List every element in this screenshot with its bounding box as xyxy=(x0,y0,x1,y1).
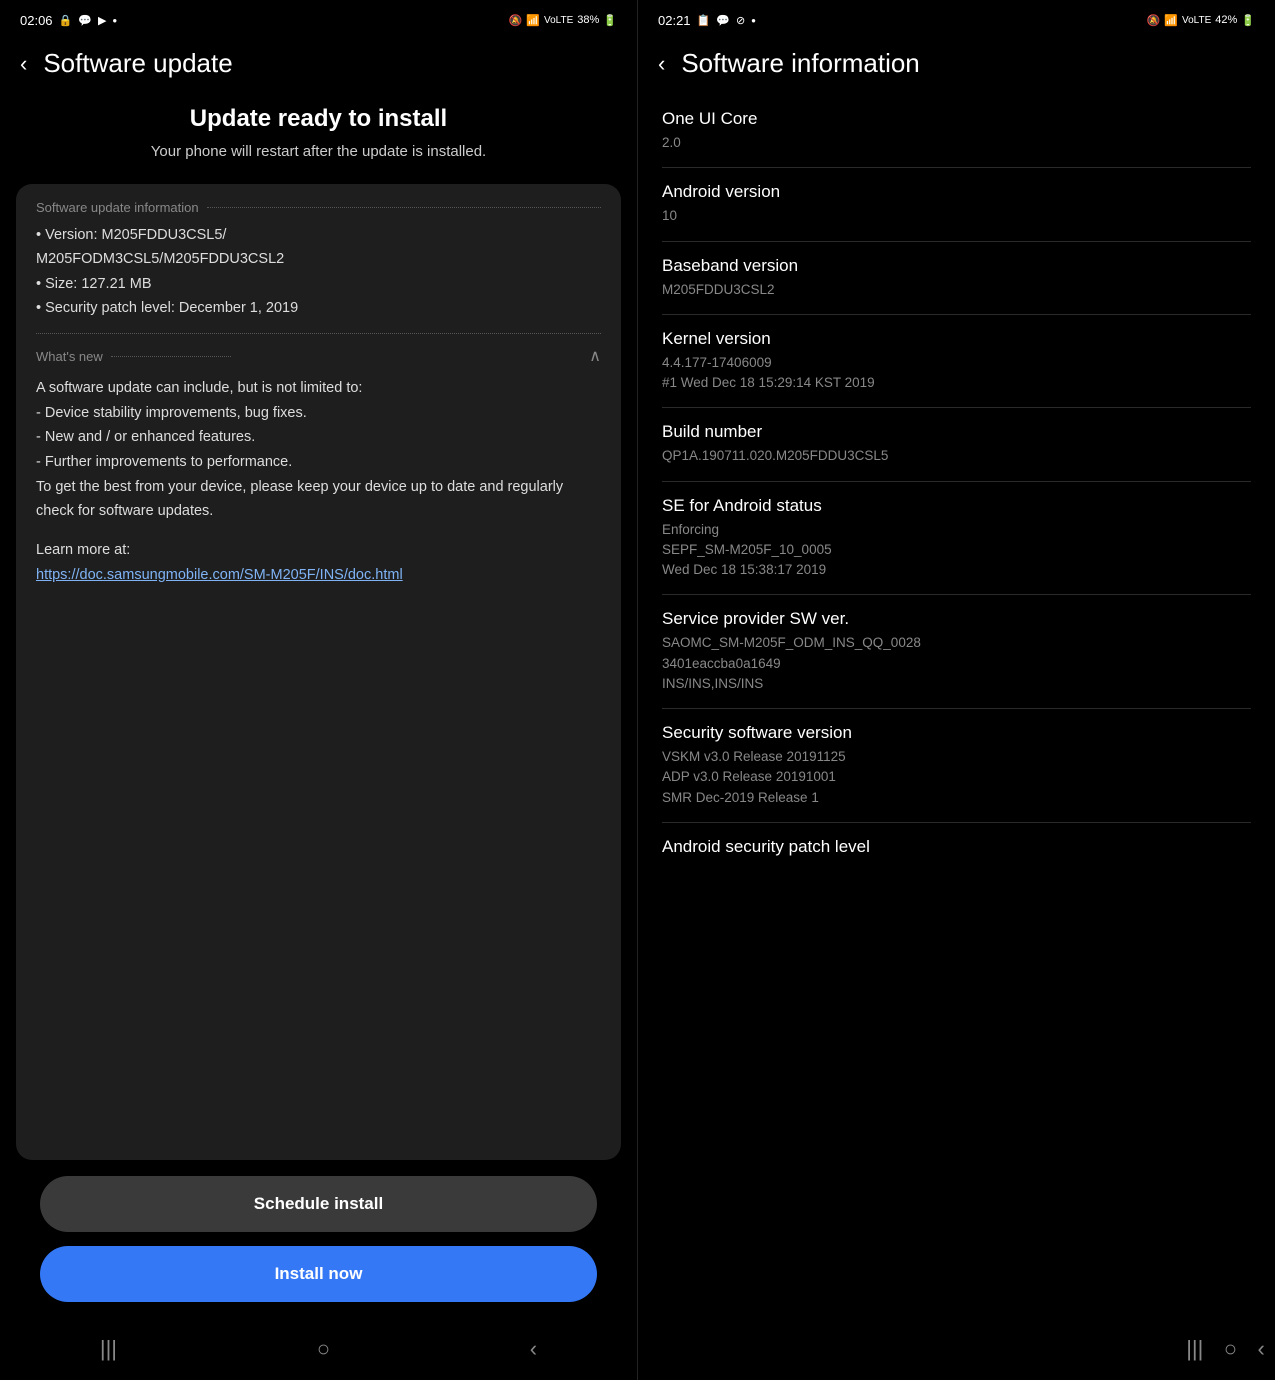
info-row-title: Security software version xyxy=(662,723,1251,743)
dot-icon: ● xyxy=(112,16,117,25)
status-time-right: 02:21 📋 💬 ⊘ ● xyxy=(658,13,756,28)
status-bar-left: 02:06 🔒 💬 ▶ ● 🔕 📶 VoLTE 38% 🔋 xyxy=(0,0,637,36)
update-info-card: Software update information • Version: M… xyxy=(16,184,621,1161)
learn-more-link[interactable]: https://doc.samsungmobile.com/SM-M205F/I… xyxy=(36,567,403,583)
recent-apps-icon-right[interactable]: ||| xyxy=(1186,1336,1203,1362)
info-row: Security software version VSKM v3.0 Relea… xyxy=(662,709,1251,823)
right-panel: 02:21 📋 💬 ⊘ ● 🔕 📶 VoLTE 42% 🔋 ‹ Software… xyxy=(637,0,1275,1380)
chat-icon: 💬 xyxy=(716,14,730,27)
info-row-value: SAOMC_SM-M205F_ODM_INS_QQ_0028 3401eaccb… xyxy=(662,633,1251,694)
battery-left: 38% xyxy=(577,14,599,26)
mute-icon: 🔕 xyxy=(509,14,523,27)
mute-icon-right: 🔕 xyxy=(1147,14,1161,27)
back-button-right[interactable]: ‹ xyxy=(658,51,665,77)
nav-bar-left: ||| ○ ‹ xyxy=(0,1322,637,1380)
back-nav-icon-left[interactable]: ‹ xyxy=(530,1336,537,1362)
update-subtitle: Your phone will restart after the update… xyxy=(30,141,607,164)
home-icon-right[interactable]: ○ xyxy=(1224,1336,1237,1362)
buttons-area: Schedule install Install now xyxy=(0,1160,637,1322)
info-row-title: One UI Core xyxy=(662,109,1251,129)
schedule-install-button[interactable]: Schedule install xyxy=(40,1176,597,1232)
info-row-title: Kernel version xyxy=(662,329,1251,349)
security-line: • Security patch level: December 1, 2019 xyxy=(36,296,601,321)
info-row-title: Service provider SW ver. xyxy=(662,609,1251,629)
install-now-button[interactable]: Install now xyxy=(40,1246,597,1302)
play-icon: ▶ xyxy=(98,14,106,27)
time-right: 02:21 xyxy=(658,13,691,28)
battery-icon-left: 🔋 xyxy=(603,14,617,27)
lock-icon: 🔒 xyxy=(59,14,73,27)
wifi-icon-right: 📶 xyxy=(1164,14,1178,27)
info-row: Android security patch level xyxy=(662,823,1251,875)
software-info-list: One UI Core 2.0 Android version 10 Baseband … xyxy=(638,95,1275,1380)
nav-bar-right: ||| ○ ‹ xyxy=(1176,1322,1275,1380)
chevron-up-icon[interactable]: ∧ xyxy=(589,346,601,366)
battery-right: 42% xyxy=(1215,14,1237,26)
info-row-value: Enforcing SEPF_SM-M205F_10_0005 Wed Dec … xyxy=(662,520,1251,581)
info-row-title: Build number xyxy=(662,422,1251,442)
whats-new-text: A software update can include, but is no… xyxy=(36,376,601,524)
info-row: Android version 10 xyxy=(662,168,1251,241)
wifi-icon: 📶 xyxy=(526,14,540,27)
info-row: One UI Core 2.0 xyxy=(662,95,1251,168)
info-row: Kernel version 4.4.177-17406009 #1 Wed De… xyxy=(662,315,1251,409)
page-header-right: ‹ Software information xyxy=(638,36,1275,95)
info-row-value: QP1A.190711.020.M205FDDU3CSL5 xyxy=(662,446,1251,466)
info-row-title: SE for Android status xyxy=(662,496,1251,516)
signal-icon-right: VoLTE xyxy=(1182,15,1211,26)
page-header-left: ‹ Software update xyxy=(0,36,637,95)
whats-new-label: What's new xyxy=(36,349,231,364)
page-title-right: Software information xyxy=(681,48,919,79)
dot2-icon: ● xyxy=(751,16,756,25)
left-panel: 02:06 🔒 💬 ▶ ● 🔕 📶 VoLTE 38% 🔋 ‹ Software… xyxy=(0,0,637,1380)
status-icons-left: 🔕 📶 VoLTE 38% 🔋 xyxy=(509,14,617,27)
info-row: Build number QP1A.190711.020.M205FDDU3CSL… xyxy=(662,408,1251,481)
info-row: SE for Android status Enforcing SEPF_SM-M… xyxy=(662,482,1251,596)
divider-1 xyxy=(36,333,601,334)
battery-icon-right: 🔋 xyxy=(1241,14,1255,27)
block-icon: ⊘ xyxy=(736,14,745,27)
whats-new-header: What's new ∧ xyxy=(36,346,601,366)
time-left: 02:06 xyxy=(20,13,53,28)
back-button-left[interactable]: ‹ xyxy=(20,51,27,77)
signal-icon: VoLTE xyxy=(544,15,573,26)
info-row-value: VSKM v3.0 Release 20191125 ADP v3.0 Rele… xyxy=(662,747,1251,808)
info-row-value: 2.0 xyxy=(662,133,1251,153)
info-row-title: Android security patch level xyxy=(662,837,1251,857)
status-time-left: 02:06 🔒 💬 ▶ ● xyxy=(20,13,117,28)
size-line: • Size: 127.21 MB xyxy=(36,272,601,297)
info-row-title: Android version xyxy=(662,182,1251,202)
recent-apps-icon[interactable]: ||| xyxy=(100,1336,117,1362)
update-title: Update ready to install xyxy=(30,105,607,133)
version-line: • Version: M205FDDU3CSL5/ M205FODM3CSL5/… xyxy=(36,223,601,272)
learn-more-label: Learn more at: xyxy=(36,542,130,558)
software-info-label: Software update information xyxy=(36,200,601,215)
clipboard-icon: 📋 xyxy=(697,14,711,27)
info-row-title: Baseband version xyxy=(662,256,1251,276)
back-nav-icon-right[interactable]: ‹ xyxy=(1257,1336,1264,1362)
page-title-left: Software update xyxy=(43,48,232,79)
info-row-value: M205FDDU3CSL2 xyxy=(662,280,1251,300)
home-icon-left[interactable]: ○ xyxy=(317,1336,330,1362)
info-row: Service provider SW ver. SAOMC_SM-M205F_O… xyxy=(662,595,1251,709)
fade-overlay xyxy=(1176,1270,1275,1310)
learn-more-section: Learn more at: https://doc.samsungmobile… xyxy=(36,538,601,587)
status-bar-right: 02:21 📋 💬 ⊘ ● 🔕 📶 VoLTE 42% 🔋 xyxy=(638,0,1275,36)
info-row-value: 4.4.177-17406009 #1 Wed Dec 18 15:29:14 … xyxy=(662,353,1251,394)
version-info: • Version: M205FDDU3CSL5/ M205FODM3CSL5/… xyxy=(36,223,601,322)
status-icons-right: 🔕 📶 VoLTE 42% 🔋 xyxy=(1147,14,1255,27)
whatsapp-icon: 💬 xyxy=(78,14,92,27)
info-row: Baseband version M205FDDU3CSL2 xyxy=(662,242,1251,315)
update-heading: Update ready to install Your phone will … xyxy=(0,95,637,184)
info-row-value: 10 xyxy=(662,206,1251,226)
